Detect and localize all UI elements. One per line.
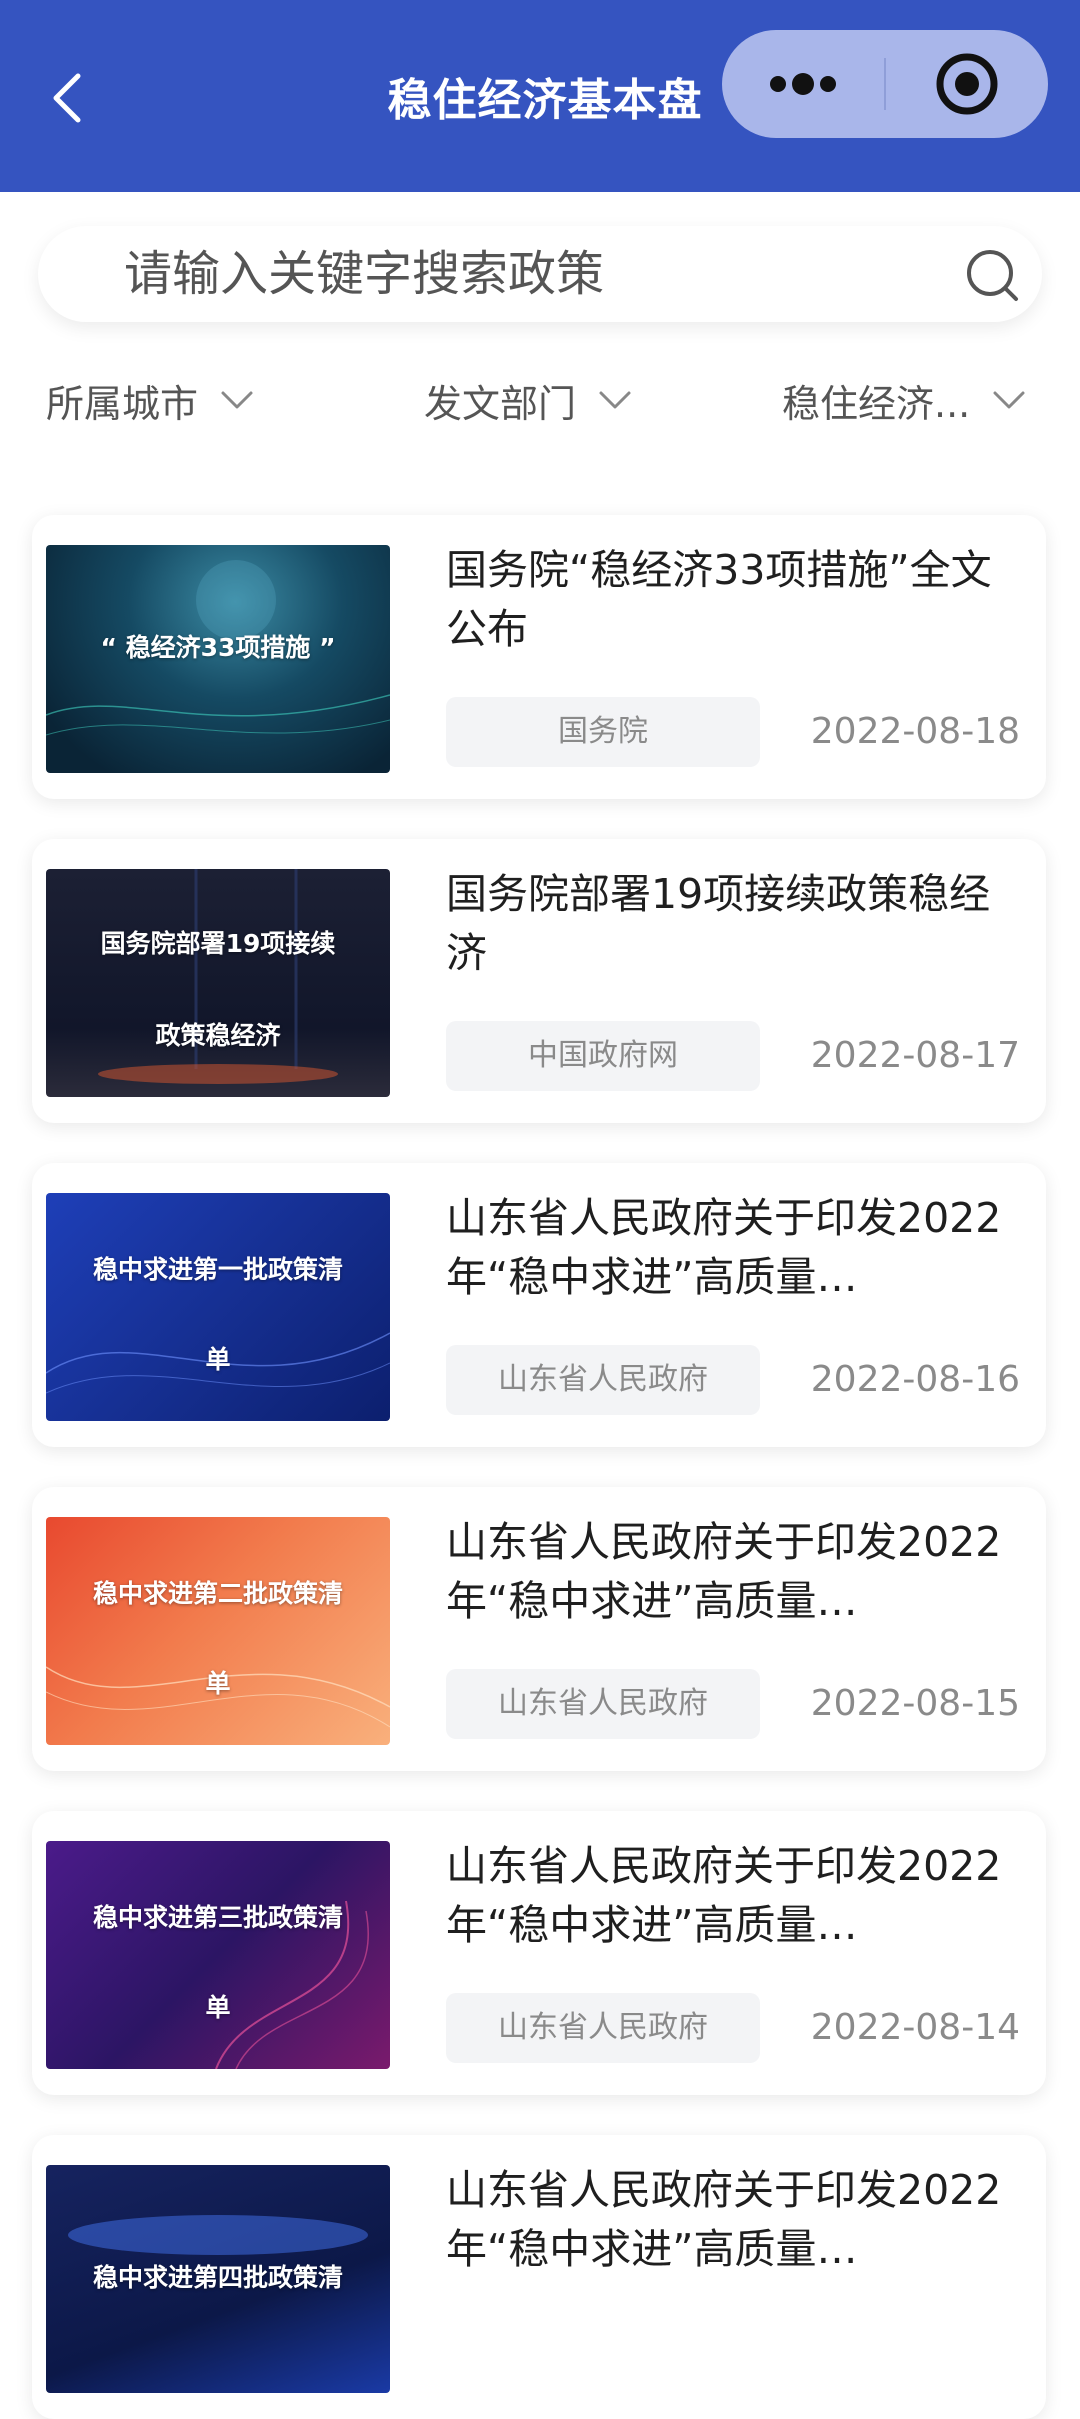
thumbnail-caption-line1: 稳中求进第一批政策清 — [92, 1255, 343, 1284]
thumbnail-caption: “ 稳经济33项措施 ” — [100, 633, 336, 662]
thumbnail-caption-line1: 稳中求进第二批政策清 — [92, 1579, 343, 1608]
thumbnail-image: 稳中求进第一批政策清 单 — [46, 1193, 390, 1421]
list-item[interactable]: “ 稳经济33项措施 ” 国务院“稳经济33项措施”全文公布 国务院 2022-… — [32, 515, 1046, 799]
source-tag: 山东省人民政府 — [446, 1669, 760, 1739]
thumbnail-caption-line2: 单 — [205, 1345, 231, 1374]
more-button[interactable] — [722, 30, 884, 138]
filter-department[interactable]: 发文部门 — [424, 370, 632, 430]
thumbnail-caption-line2: 单 — [205, 1669, 231, 1698]
source-tag: 中国政府网 — [446, 1021, 760, 1091]
thumbnail-decoration — [46, 1332, 390, 1394]
source-tag: 山东省人民政府 — [446, 1993, 760, 2063]
thumbnail-image: 稳中求进第四批政策清 — [46, 2165, 390, 2393]
article-title: 山东省人民政府关于印发2022年“稳中求进”高质量… — [446, 1842, 1002, 1949]
source-tag: 国务院 — [446, 697, 760, 767]
chevron-down-icon — [993, 391, 1025, 409]
list-item[interactable]: 稳中求进第二批政策清 单 山东省人民政府关于印发2022年“稳中求进”高质量… … — [32, 1487, 1046, 1771]
source-tag: 山东省人民政府 — [446, 1345, 760, 1415]
more-dots-icon — [770, 73, 836, 95]
thumbnail-decoration — [98, 869, 338, 1084]
mini-program-capsule — [722, 30, 1048, 138]
thumbnail-decoration — [46, 1666, 390, 1728]
publish-date: 2022-08-15 — [810, 1683, 1020, 1724]
publish-date: 2022-08-16 — [810, 1359, 1020, 1400]
article-title: 国务院“稳经济33项措施”全文公布 — [446, 546, 992, 653]
list-item[interactable]: 稳中求进第一批政策清 单 山东省人民政府关于印发2022年“稳中求进”高质量… … — [32, 1163, 1046, 1447]
thumbnail-image: “ 稳经济33项措施 ” — [46, 545, 390, 773]
publish-date: 2022-08-14 — [810, 2007, 1020, 2048]
search-input[interactable] — [122, 238, 942, 310]
article-title: 山东省人民政府关于印发2022年“稳中求进”高质量… — [446, 2166, 1002, 2273]
article-title: 山东省人民政府关于印发2022年“稳中求进”高质量… — [446, 1194, 1002, 1301]
article-title: 国务院部署19项接续政策稳经济 — [446, 870, 991, 977]
search-icon[interactable] — [963, 246, 1023, 306]
close-button[interactable] — [886, 30, 1048, 138]
filter-city[interactable]: 所属城市 — [46, 370, 254, 430]
thumbnail-caption-line2: 单 — [205, 1993, 231, 2022]
thumbnail-caption-line1: 国务院部署19项接续 — [100, 929, 336, 958]
thumbnail-image: 稳中求进第二批政策清 单 — [46, 1517, 390, 1745]
list-item[interactable]: 国务院部署19项接续 政策稳经济 国务院部署19项接续政策稳经济 中国政府网 2… — [32, 839, 1046, 1123]
publish-date: 2022-08-18 — [810, 711, 1020, 752]
list-item[interactable]: 稳中求进第三批政策清 单 山东省人民政府关于印发2022年“稳中求进”高质量… … — [32, 1811, 1046, 2095]
chevron-down-icon — [599, 391, 631, 409]
publish-date: 2022-08-17 — [810, 1035, 1020, 1076]
list-item[interactable]: 稳中求进第四批政策清 山东省人民政府关于印发2022年“稳中求进”高质量… — [32, 2135, 1046, 2419]
target-close-icon — [936, 53, 998, 115]
filter-topic[interactable]: 稳住经济... — [782, 370, 1026, 430]
filter-department-label: 发文部门 — [424, 381, 577, 426]
search-bar[interactable] — [38, 226, 1042, 322]
article-title: 山东省人民政府关于印发2022年“稳中求进”高质量… — [446, 1518, 1002, 1625]
thumbnail-caption-line1: 稳中求进第四批政策清 — [92, 2263, 343, 2292]
thumbnail-image: 国务院部署19项接续 政策稳经济 — [46, 869, 390, 1097]
filter-city-label: 所属城市 — [46, 381, 199, 426]
top-nav-bar: 稳住经济基本盘 — [0, 0, 1080, 192]
thumbnail-caption-line2: 政策稳经济 — [155, 1021, 281, 1050]
chevron-down-icon — [221, 391, 253, 409]
filter-topic-label: 稳住经济... — [782, 381, 971, 426]
thumbnail-image: 稳中求进第三批政策清 单 — [46, 1841, 390, 2069]
thumbnail-decoration — [215, 1900, 369, 2069]
thumbnail-caption-line1: 稳中求进第三批政策清 — [92, 1903, 343, 1932]
